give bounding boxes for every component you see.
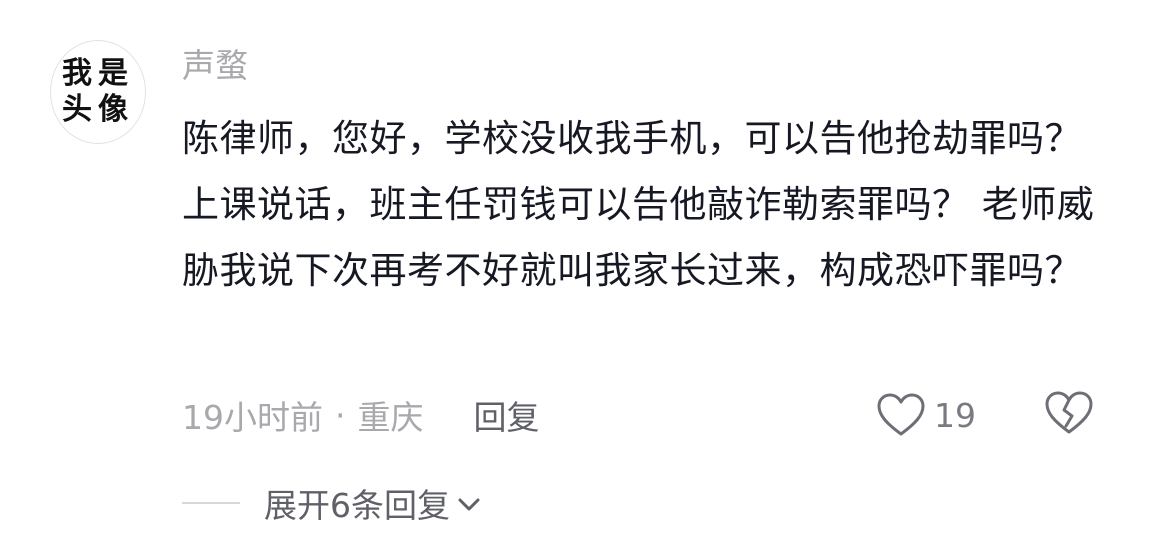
- comment-location: 重庆: [357, 398, 424, 437]
- heart-outline-icon: [876, 392, 926, 438]
- broken-heart-icon: [1044, 390, 1094, 440]
- reply-button[interactable]: 回复: [474, 391, 540, 439]
- dislike-button[interactable]: [1044, 390, 1094, 440]
- comment-meta: 19小时前 · 重庆 回复: [182, 390, 540, 440]
- comment-content: 陈律师，您好，学校没收我手机，可以告他抢劫罪吗？ 上课说话，班主任罚钱可以告他敲…: [182, 117, 1095, 292]
- comment-time: 19小时前: [182, 398, 323, 437]
- expand-replies-label: 展开6条回复: [264, 486, 450, 525]
- avatar-text: 我是头像: [62, 56, 134, 127]
- expand-replies-button[interactable]: 展开6条回复: [264, 479, 482, 527]
- username[interactable]: 声蝥: [182, 44, 248, 88]
- expand-divider: [182, 502, 240, 504]
- expand-replies: 展开6条回复: [182, 478, 482, 528]
- meta-separator: ·: [335, 395, 346, 435]
- comment-item: 我是头像 声蝥 陈律师，您好，学校没收我手机，可以告他抢劫罪吗？ 上课说话，班主…: [0, 0, 1152, 547]
- chevron-down-icon: [450, 484, 482, 523]
- like-count: 19: [934, 395, 976, 435]
- avatar[interactable]: 我是头像: [50, 40, 146, 144]
- like-button[interactable]: 19: [876, 390, 976, 440]
